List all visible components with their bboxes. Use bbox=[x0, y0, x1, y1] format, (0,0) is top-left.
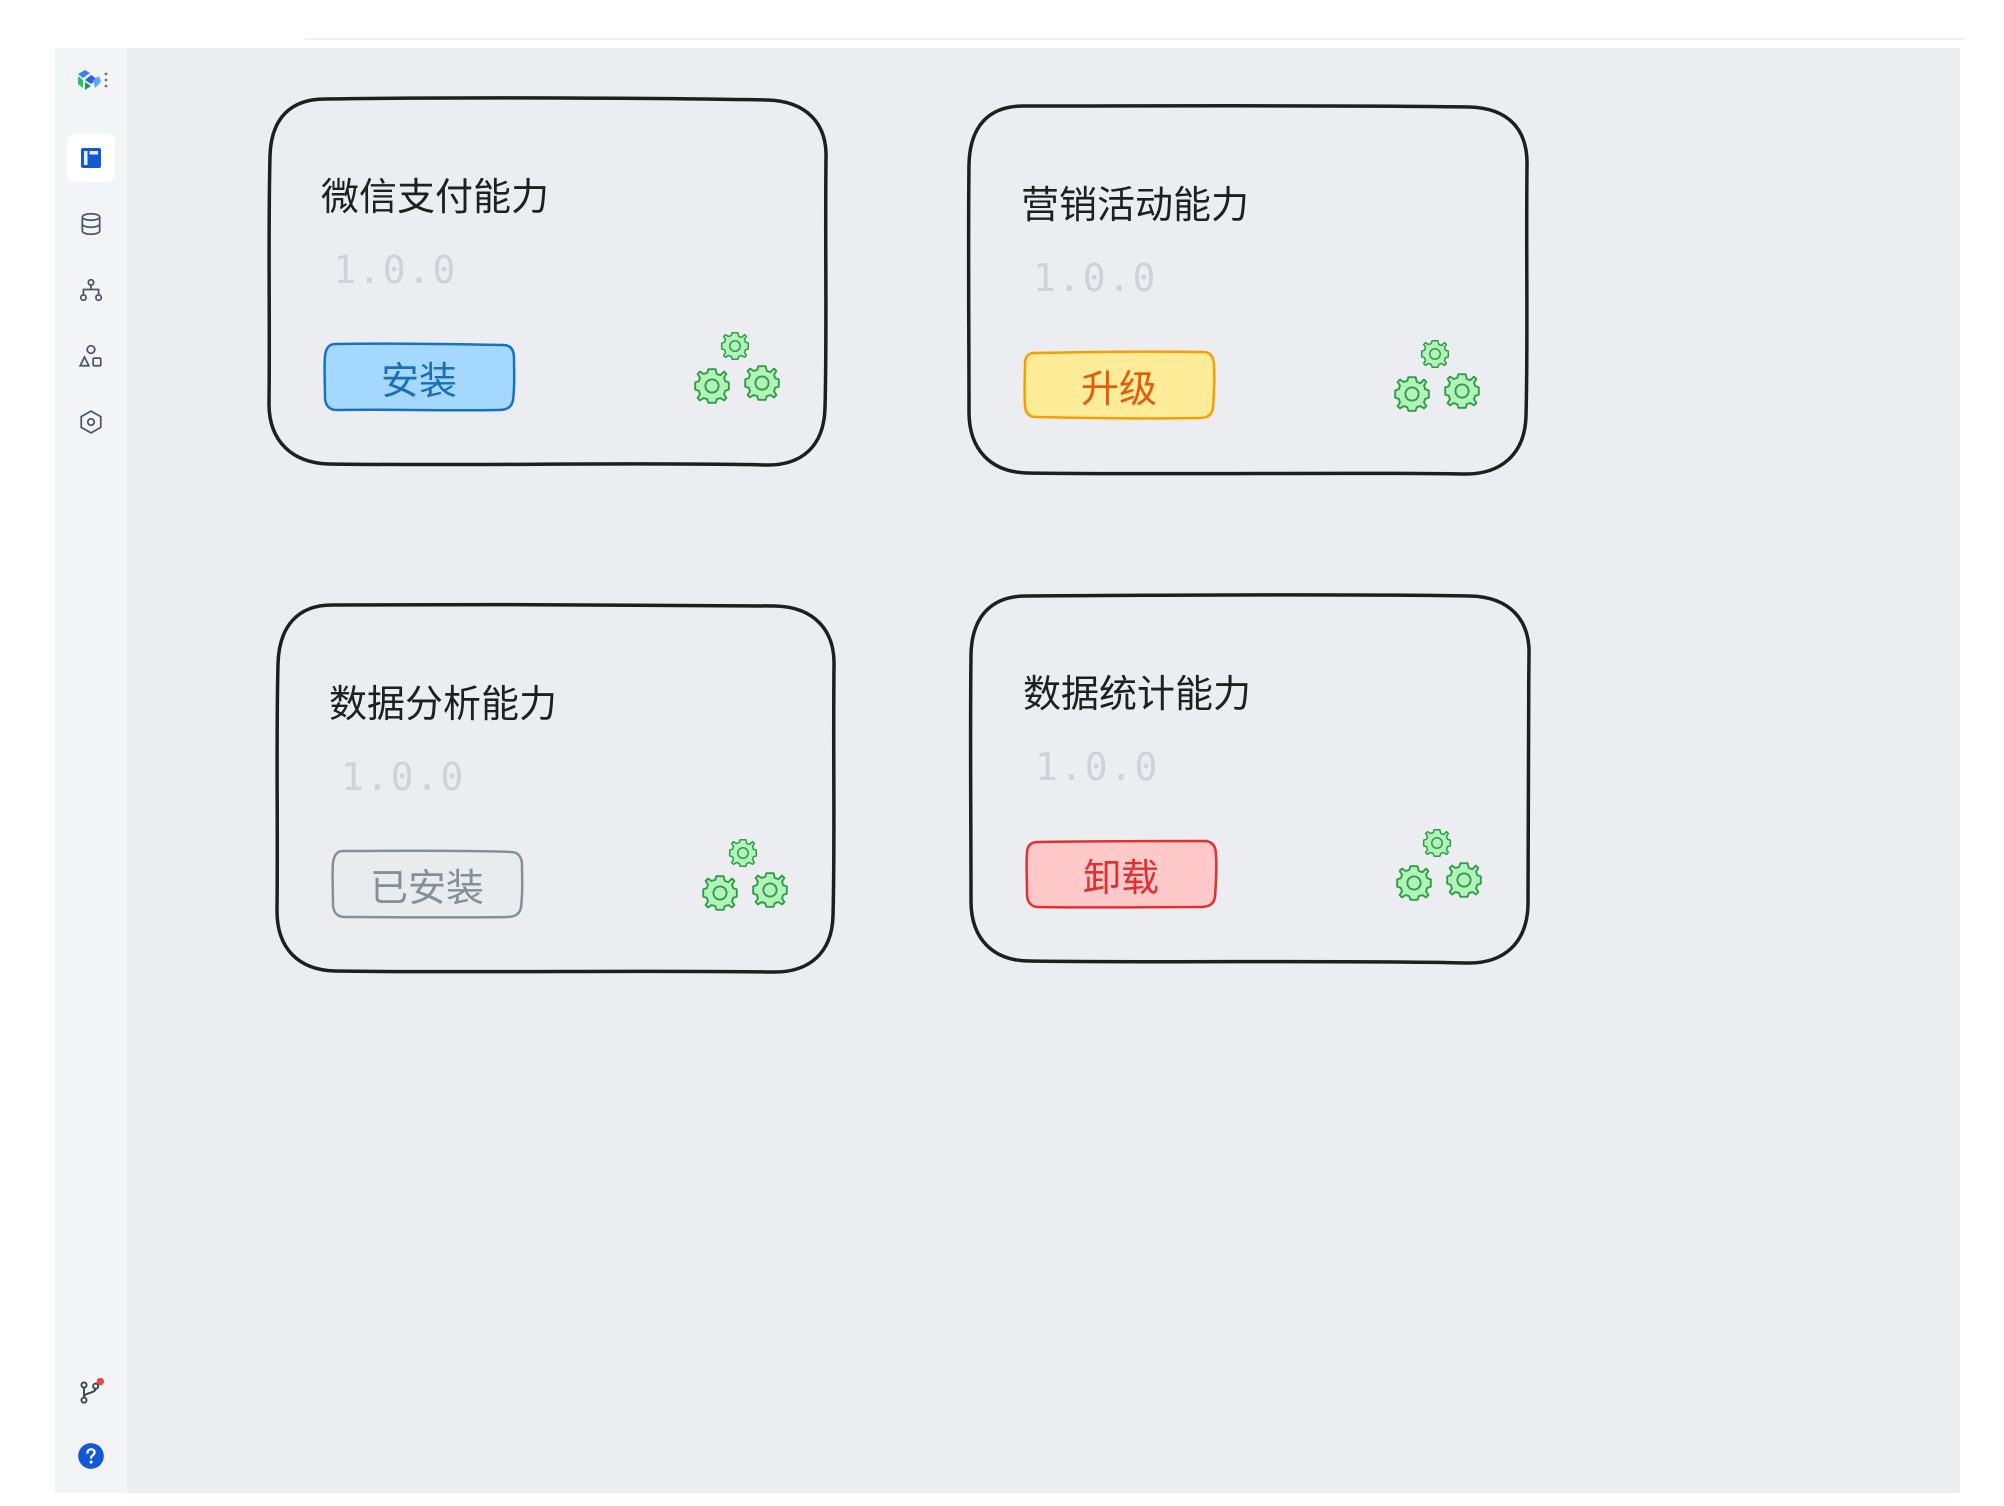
help-icon bbox=[78, 1443, 104, 1469]
app-logo-icon[interactable] bbox=[75, 68, 111, 92]
sidebar-item-layout[interactable] bbox=[67, 134, 115, 182]
sidebar-item-settings[interactable] bbox=[67, 398, 115, 446]
upgrade-button[interactable]: 升级 bbox=[1023, 350, 1216, 420]
card-version: 1.0.0 bbox=[1033, 256, 1158, 300]
card-version: 1.0.0 bbox=[333, 248, 458, 292]
sidebar bbox=[55, 48, 127, 1493]
top-divider bbox=[305, 38, 1965, 40]
card-title: 营销活动能力 bbox=[1021, 183, 1250, 227]
app-window: 微信支付能力 1.0.0 安装 营销活动能力 1.0.0 升级 数据分析能力 1… bbox=[55, 48, 1960, 1493]
notification-badge bbox=[96, 1378, 105, 1386]
capability-card[interactable]: 微信支付能力 1.0.0 安装 bbox=[267, 96, 828, 468]
install-button-label: 安装 bbox=[380, 358, 457, 403]
capability-card[interactable]: 数据统计能力 1.0.0 卸载 bbox=[968, 593, 1531, 965]
card-version: 1.0.0 bbox=[341, 755, 466, 799]
card-version: 1.0.0 bbox=[1035, 745, 1160, 789]
capability-card[interactable]: 数据分析能力 1.0.0 已安装 bbox=[275, 602, 836, 975]
installed-button[interactable]: 已安装 bbox=[331, 849, 524, 919]
shapes-icon bbox=[78, 344, 102, 367]
gears-icon bbox=[693, 835, 797, 921]
install-button[interactable]: 安装 bbox=[323, 342, 516, 412]
hierarchy-icon bbox=[79, 278, 103, 302]
gears-icon bbox=[1385, 336, 1489, 422]
card-title: 数据分析能力 bbox=[329, 682, 558, 726]
sidebar-item-database[interactable] bbox=[67, 200, 115, 248]
upgrade-button-label: 升级 bbox=[1080, 366, 1157, 411]
sidebar-item-shapes[interactable] bbox=[67, 332, 115, 380]
git-branch-icon bbox=[80, 1378, 105, 1404]
hexagon-settings-icon bbox=[80, 410, 102, 434]
gears-icon bbox=[1387, 825, 1491, 911]
sidebar-item-help[interactable] bbox=[67, 1432, 115, 1480]
card-title: 数据统计能力 bbox=[1023, 672, 1252, 716]
database-icon bbox=[81, 212, 101, 236]
whiteboard-canvas[interactable]: 微信支付能力 1.0.0 安装 营销活动能力 1.0.0 升级 数据分析能力 1… bbox=[127, 48, 1960, 1493]
gears-icon bbox=[685, 328, 789, 414]
sidebar-item-git[interactable] bbox=[67, 1368, 115, 1416]
card-title: 微信支付能力 bbox=[321, 175, 550, 219]
installed-button-label: 已安装 bbox=[369, 865, 484, 910]
sidebar-item-hierarchy[interactable] bbox=[67, 266, 115, 314]
uninstall-button-label: 卸载 bbox=[1082, 855, 1159, 900]
layout-icon bbox=[81, 148, 101, 168]
uninstall-button[interactable]: 卸载 bbox=[1025, 839, 1218, 909]
capability-card[interactable]: 营销活动能力 1.0.0 升级 bbox=[966, 104, 1529, 476]
